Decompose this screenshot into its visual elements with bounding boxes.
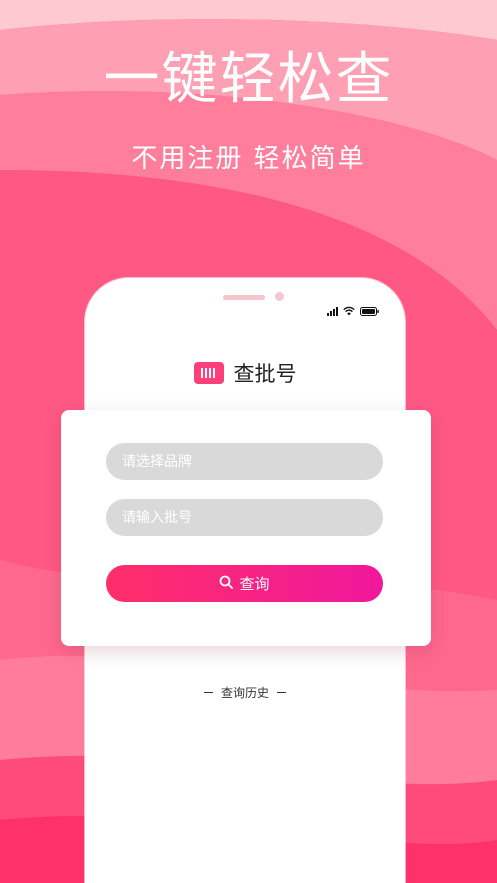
app-screen: 一键轻松查 不用注册 轻松简单 查批号 请选择品牌 请输入批号 查询 查询历史 [0, 0, 497, 883]
query-form-card: 查询 [61, 410, 431, 646]
query-history-link[interactable]: 查询历史 [85, 684, 405, 701]
batch-number-input[interactable] [106, 499, 383, 536]
app-title: 查批号 [233, 362, 297, 386]
wifi-icon [343, 306, 355, 316]
query-button[interactable]: 查询 [106, 565, 383, 602]
signal-icon [327, 306, 338, 316]
query-button-label: 查询 [239, 575, 270, 593]
search-icon [219, 575, 234, 593]
status-bar [327, 304, 379, 316]
phone-speaker [223, 295, 265, 300]
battery-icon [360, 307, 379, 316]
query-history-label: 查询历史 [220, 686, 269, 700]
history-dash-right [277, 692, 286, 693]
brand-select-input[interactable] [106, 443, 383, 480]
hero-subheadline: 不用注册 轻松简单 [131, 144, 366, 174]
history-dash-left [203, 692, 213, 693]
phone-camera [275, 292, 284, 301]
app-header: 查批号 [85, 358, 405, 388]
barcode-icon [193, 362, 224, 384]
hero-headline: 一键轻松查 [103, 47, 394, 112]
